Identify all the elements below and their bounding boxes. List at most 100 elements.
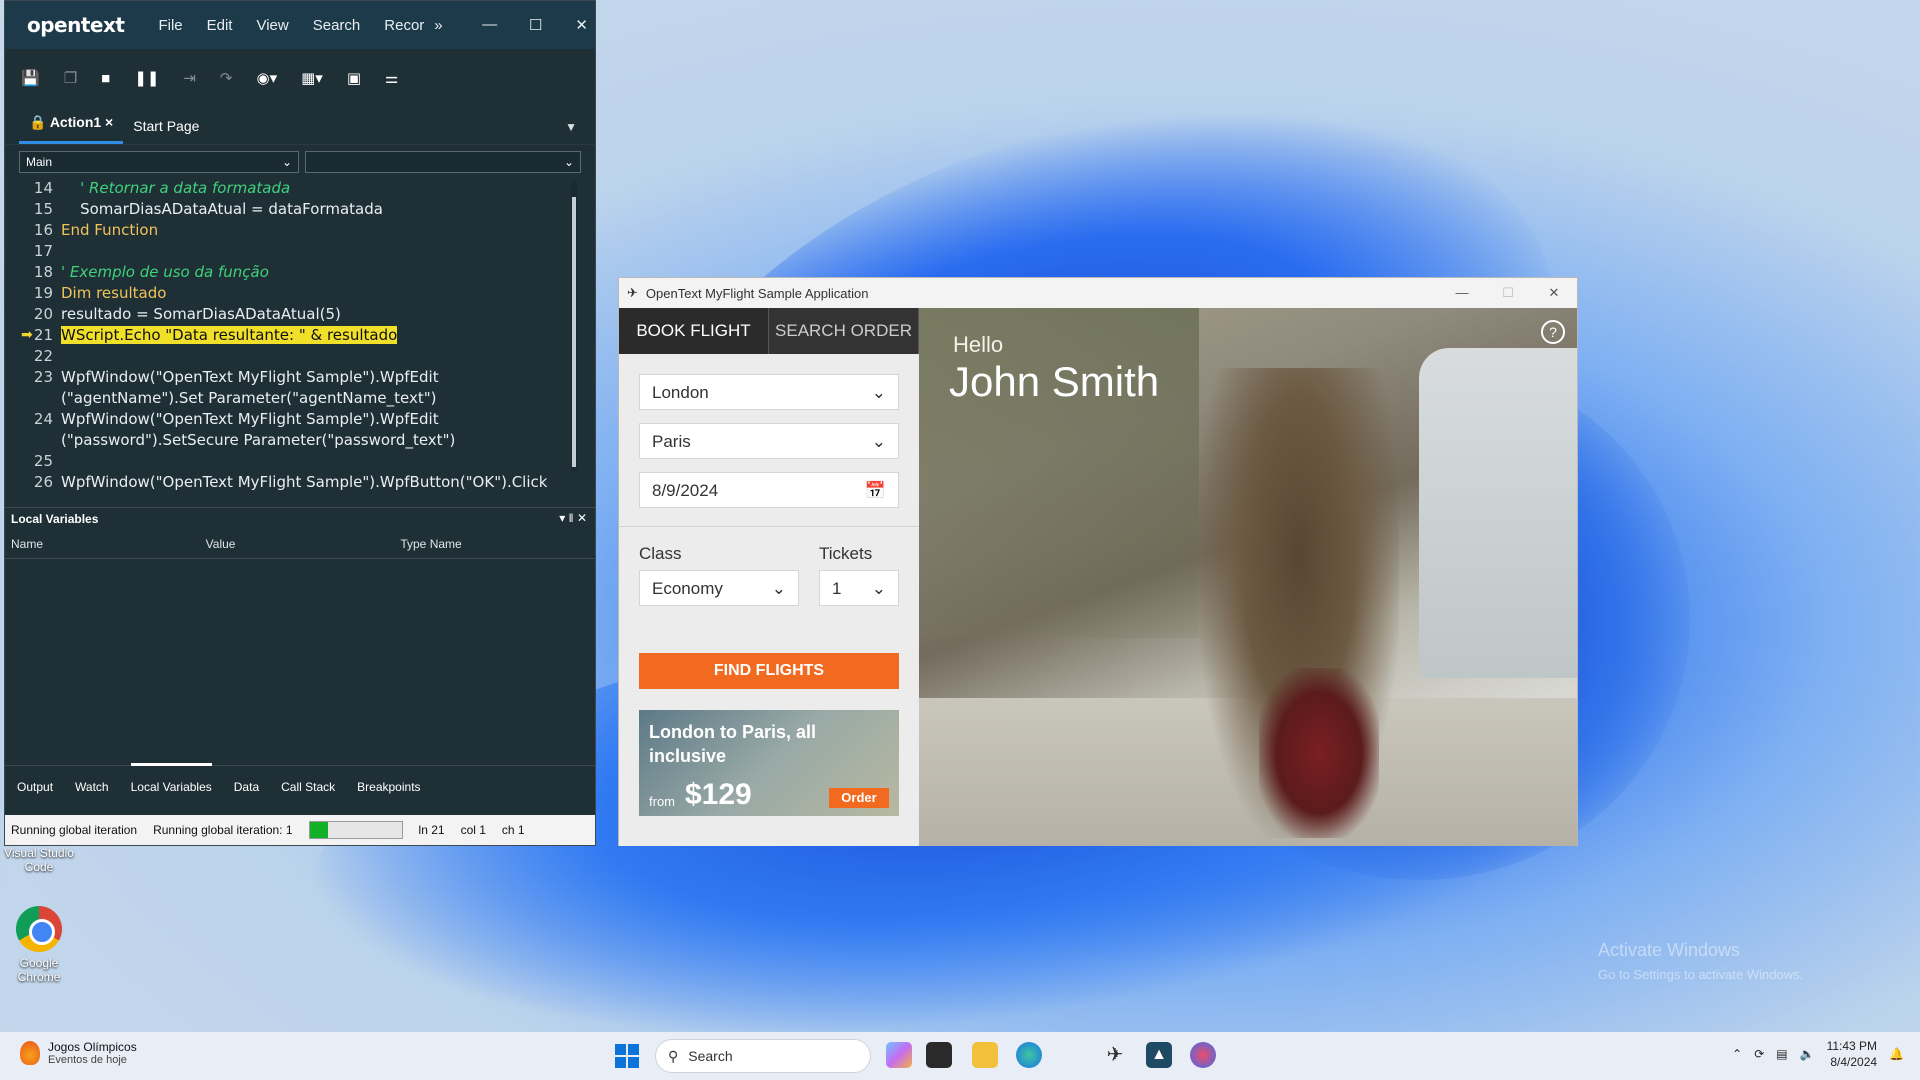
scroll-thumb[interactable] — [572, 197, 576, 467]
column-value[interactable]: Value — [206, 537, 401, 558]
order-button[interactable]: Order — [829, 788, 889, 808]
code-text: End Function — [61, 220, 159, 239]
code-text: WScript.Echo "Data resultante: " & resul… — [61, 325, 398, 344]
terminal-icon[interactable] — [926, 1042, 952, 1068]
class-select[interactable]: Economy ⌄ — [639, 570, 799, 606]
network-icon[interactable]: ▤ — [1776, 1047, 1787, 1061]
uft-window: opentext File Edit View Search Recor » —… — [4, 0, 596, 846]
file-explorer-icon[interactable] — [972, 1042, 998, 1068]
line-number: 18 — [33, 262, 53, 281]
code-line[interactable]: 26 WpfWindow("OpenText MyFlight Sample").… — [11, 471, 571, 492]
from-city-select[interactable]: London ⌄ — [639, 374, 899, 410]
sync-icon[interactable]: ⟳ — [1754, 1047, 1764, 1061]
save-all-icon[interactable]: ❐ — [64, 69, 77, 87]
bottom-tab-output[interactable]: Output — [17, 780, 53, 809]
chevron-down-icon: ⌄ — [871, 383, 886, 402]
code-line[interactable]: 20 resultado = SomarDiasADataAtual(5) — [11, 303, 571, 324]
code-line[interactable]: 16 End Function — [11, 219, 571, 240]
code-editor[interactable]: 14 ' Retornar a data formatada 15 SomarDi… — [11, 177, 571, 491]
calendar-icon[interactable]: 📅 — [865, 481, 886, 500]
code-line[interactable]: 24 WpfWindow("OpenText MyFlight Sample").… — [11, 408, 571, 429]
tab-dropdown-icon[interactable]: ▼ — [565, 120, 577, 134]
code-line[interactable]: 15 SomarDiasADataAtual = dataFormatada — [11, 198, 571, 219]
code-text: WpfWindow("OpenText MyFlight Sample").Wp… — [61, 472, 548, 491]
stop-icon[interactable]: ■ — [101, 70, 110, 87]
record-mode-icon[interactable]: ◉▾ — [257, 69, 278, 87]
menu-file[interactable]: File — [158, 17, 182, 34]
code-line[interactable]: 17 — [11, 240, 571, 261]
promo-banner[interactable]: London to Paris, all inclusive from $129… — [639, 710, 899, 816]
tickets-select[interactable]: 1 ⌄ — [819, 570, 899, 606]
signal-icon[interactable]: ⚌ — [385, 69, 398, 87]
notification-bell-icon[interactable]: 🔔 — [1889, 1047, 1904, 1061]
tab-start-page[interactable]: Start Page — [123, 118, 209, 144]
windows-logo-pane — [628, 1057, 639, 1068]
menu-view[interactable]: View — [256, 17, 288, 34]
desktop-icon-vscode[interactable]: Visual Studio Code — [4, 846, 74, 874]
code-line[interactable]: 23 WpfWindow("OpenText MyFlight Sample").… — [11, 366, 571, 387]
find-flights-button[interactable]: FIND FLIGHTS — [639, 653, 899, 689]
archive-icon[interactable]: ▣ — [347, 69, 361, 87]
bottom-tab-call-stack[interactable]: Call Stack — [281, 780, 335, 809]
to-city-value: Paris — [652, 432, 691, 451]
chevron-up-icon[interactable]: ⌃ — [1732, 1047, 1742, 1061]
code-line[interactable]: 25 — [11, 450, 571, 471]
start-button[interactable] — [615, 1044, 639, 1068]
to-city-select[interactable]: Paris ⌄ — [639, 423, 899, 459]
tab-action1[interactable]: 🔒 Action1 × — [19, 114, 124, 144]
menu-edit[interactable]: Edit — [207, 17, 233, 34]
panel-controls-icon[interactable]: ▾ ‖ ✕ — [559, 511, 587, 525]
code-line[interactable]: 22 — [11, 345, 571, 366]
code-line[interactable]: 18 ' Exemplo de uso da função — [11, 261, 571, 282]
code-line[interactable]: 19 Dim resultado — [11, 282, 571, 303]
code-line[interactable]: 21 WScript.Echo "Data resultante: " & res… — [11, 324, 571, 345]
tab-search-order[interactable]: SEARCH ORDER — [769, 308, 919, 354]
news-subtitle: Eventos de hoje — [48, 1054, 127, 1066]
tab-close-icon[interactable]: × — [105, 114, 113, 130]
date-picker[interactable]: 8/9/2024 📅 — [639, 472, 899, 508]
minimize-icon[interactable]: — — [1439, 285, 1485, 301]
save-icon[interactable]: 💾 — [21, 69, 40, 87]
edge-icon[interactable] — [1016, 1042, 1042, 1068]
close-icon[interactable]: ✕ — [559, 16, 605, 34]
clock[interactable]: 11:43 PM 8/4/2024 — [1827, 1038, 1877, 1070]
bottom-tab-watch[interactable]: Watch — [75, 780, 109, 809]
combo-second[interactable]: ⌄ — [305, 151, 581, 173]
menu-search[interactable]: Search — [313, 17, 361, 34]
uft-app-icon[interactable]: ▲ — [1146, 1042, 1172, 1068]
watermark-title: Activate Windows — [1598, 940, 1741, 960]
step-into-icon[interactable]: ⇥ — [183, 69, 196, 87]
maximize-icon[interactable]: ☐ — [1485, 285, 1531, 301]
close-icon[interactable]: ✕ — [1531, 285, 1577, 301]
volume-icon[interactable]: 🔈 — [1800, 1047, 1815, 1061]
line-number: 20 — [33, 304, 53, 323]
news-widget[interactable]: Jogos Olímpicos Eventos de hoje — [20, 1040, 137, 1066]
bottom-tab-local-variables[interactable]: Local Variables — [130, 763, 212, 809]
code-line[interactable]: ("password").SetSecure Parameter("passwo… — [11, 429, 571, 450]
code-line[interactable]: ("agentName").Set Parameter("agentName_t… — [11, 387, 571, 408]
bottom-tab-data[interactable]: Data — [234, 780, 259, 809]
column-name[interactable]: Name — [11, 537, 206, 558]
code-line[interactable]: 14 ' Retornar a data formatada — [11, 177, 571, 198]
desktop-icon-chrome[interactable]: Google Chrome — [4, 906, 74, 984]
uft-titlebar: opentext File Edit View Search Recor » —… — [5, 1, 595, 49]
hero-photo: Hello John Smith ? — [919, 308, 1577, 846]
combo-main[interactable]: Main ⌄ — [19, 151, 299, 173]
step-over-icon[interactable]: ↷ — [220, 69, 233, 87]
editor-scrollbar[interactable] — [571, 181, 577, 471]
taskbar-search[interactable]: ⚲ Search — [655, 1039, 871, 1073]
column-type-name[interactable]: Type Name — [400, 537, 595, 558]
minimize-icon[interactable]: — — [467, 16, 513, 34]
maximize-icon[interactable]: ☐ — [513, 16, 559, 34]
flight-app-icon[interactable]: ✈ — [1102, 1042, 1128, 1068]
chevron-down-icon: ⌄ — [871, 579, 886, 598]
object-spy-icon[interactable]: ▦▾ — [301, 69, 323, 87]
tab-book-flight[interactable]: BOOK FLIGHT — [619, 308, 769, 354]
menu-record[interactable]: Recor — [384, 17, 424, 34]
help-icon[interactable]: ? — [1541, 320, 1565, 344]
recorder-icon[interactable] — [1190, 1042, 1216, 1068]
copilot-icon[interactable] — [886, 1042, 912, 1068]
menu-overflow-icon[interactable]: » — [434, 17, 442, 34]
pause-icon[interactable]: ❚❚ — [134, 69, 159, 87]
bottom-tab-breakpoints[interactable]: Breakpoints — [357, 780, 420, 809]
